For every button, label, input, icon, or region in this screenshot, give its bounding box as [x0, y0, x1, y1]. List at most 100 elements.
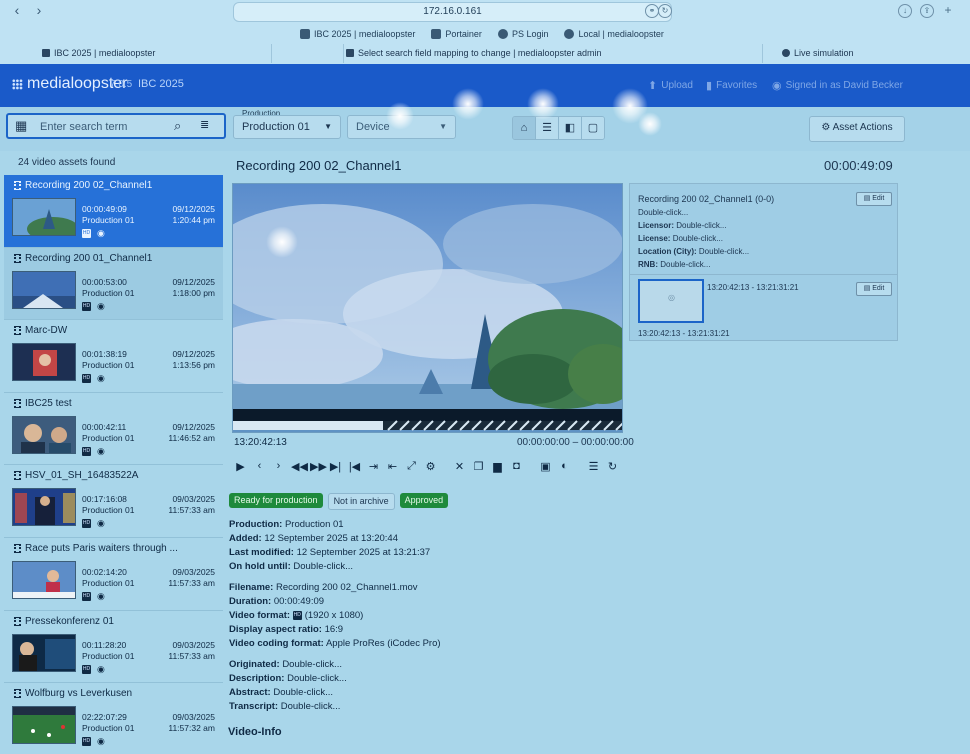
eye-icon[interactable]: ◉ — [97, 228, 105, 239]
metadata-value[interactable]: (1920 x 1080) — [305, 610, 364, 621]
user-menu[interactable]: ◉ Signed in as David Becker — [772, 79, 903, 92]
settings-gear-icon[interactable]: ⚙ — [424, 460, 437, 476]
metadata-value[interactable]: Double-click... — [281, 701, 341, 712]
camera-icon[interactable]: ◘ — [510, 460, 523, 476]
list-view-button[interactable]: ☰ — [536, 117, 559, 139]
status-badge-ready[interactable]: Ready for production — [229, 493, 323, 508]
asset-list-item[interactable]: HSV_01_SH_16483522A 00:17:16:08 Production… — [4, 465, 223, 538]
upload-link[interactable]: ⬆ Upload — [648, 79, 693, 92]
segment-field[interactable]: Double-click... — [638, 208, 688, 217]
play-icon[interactable]: ▶ — [234, 460, 247, 476]
previous-frame-icon[interactable]: ‹ — [253, 460, 266, 476]
segment-edit-button[interactable]: ▤ Edit — [856, 282, 892, 296]
fullscreen-icon[interactable]: ⤢ — [405, 460, 418, 476]
production-select[interactable]: Production 01 ▼ — [233, 115, 341, 139]
asset-thumbnail[interactable] — [12, 706, 76, 745]
asset-list-item[interactable]: Race puts Paris waiters through ... 00:02… — [4, 538, 223, 611]
eye-icon[interactable]: ◉ — [97, 664, 105, 675]
eye-icon[interactable]: ◉ — [97, 518, 105, 529]
segment-field-value[interactable]: Double-click... — [676, 221, 726, 230]
segment-field[interactable]: Location (City): Double-click... — [638, 247, 749, 256]
metadata-value[interactable]: Recording 200 02_Channel1.mov — [276, 582, 418, 593]
bookmark-item[interactable]: PS Login — [497, 27, 548, 41]
bookmark-item[interactable]: IBC 2025 | medialoopster — [300, 27, 415, 41]
asset-thumbnail[interactable] — [12, 560, 76, 599]
set-out-icon[interactable]: ⇤ — [386, 460, 399, 476]
asset-thumbnail[interactable] — [12, 633, 76, 672]
metadata-row[interactable]: Duration: 00:00:49:09 — [229, 595, 441, 609]
advanced-search-icon[interactable]: ≣ — [200, 118, 209, 131]
metadata-row[interactable]: Last modified: 12 September 2025 at 13:2… — [229, 546, 430, 560]
metadata-row[interactable]: Originated: Double-click... — [229, 658, 347, 672]
metadata-value[interactable]: Production 01 — [285, 519, 344, 530]
metadata-value[interactable]: 12 September 2025 at 13:20:44 — [264, 533, 398, 544]
asset-thumbnail[interactable] — [12, 343, 76, 382]
metadata-row[interactable]: Transcript: Double-click... — [229, 700, 347, 714]
segment-field-value[interactable]: Double-click... — [660, 260, 710, 269]
eye-icon[interactable]: ◉ — [97, 373, 105, 384]
segment-field-value[interactable]: Double-click... — [638, 208, 688, 217]
metadata-value[interactable]: Double-click... — [273, 687, 333, 698]
new-tab-icon[interactable]: + — [942, 4, 954, 16]
metadata-value[interactable]: 00:00:49:09 — [274, 596, 324, 607]
subtitles-icon[interactable]: ▣ — [539, 460, 552, 476]
asset-thumbnail[interactable] — [12, 488, 76, 527]
set-in-icon[interactable]: ⇥ — [367, 460, 380, 476]
bookmark-item[interactable]: Local | medialoopster — [564, 27, 664, 41]
metadata-row[interactable]: Filename: Recording 200 02_Channel1.mov — [229, 581, 441, 595]
browser-tab[interactable]: Select search field mapping to change | … — [343, 44, 763, 63]
metadata-row[interactable]: Production: Production 01 — [229, 518, 430, 532]
asset-list-item[interactable]: Recording 200 01_Channel1 00:00:53:00 Prod… — [4, 247, 223, 321]
favorites-link[interactable]: ▮ Favorites — [706, 79, 757, 92]
eye-icon[interactable]: ◉ — [97, 446, 105, 457]
url-bar[interactable]: 172.16.0.161 — [233, 2, 672, 22]
home-view-button[interactable]: ⌂ — [513, 117, 536, 139]
comment-icon[interactable]: ▆ — [491, 460, 504, 476]
status-badge-archive[interactable]: Not in archive — [327, 493, 395, 510]
search-input[interactable] — [38, 118, 172, 136]
app-grid-icon[interactable] — [12, 79, 23, 90]
asset-thumbnail[interactable] — [12, 198, 76, 236]
edit-button[interactable]: ▤ Edit — [856, 192, 892, 206]
browser-tab[interactable]: IBC 2025 | medialoopster — [40, 44, 272, 63]
metadata-value[interactable]: Double-click... — [287, 673, 347, 684]
playlist-icon[interactable]: ☰ — [587, 460, 600, 476]
reload-icon[interactable]: ↻ — [658, 4, 672, 18]
segment-field[interactable]: RNB: Double-click... — [638, 260, 710, 269]
metadata-value[interactable]: 16:9 — [325, 624, 344, 635]
eye-icon[interactable]: ◉ — [97, 591, 105, 602]
mute-icon[interactable]: ✕ — [453, 460, 466, 476]
asset-list-item[interactable]: Marc-DW 00:01:38:19 Production 01 09/12/202… — [4, 320, 223, 393]
metadata-value[interactable]: Double-click... — [282, 659, 342, 670]
share-icon[interactable]: ⇪ — [920, 4, 934, 18]
metadata-value[interactable]: Apple ProRes (iCodec Pro) — [326, 638, 441, 649]
metadata-value[interactable]: 12 September 2025 at 13:21:37 — [297, 547, 431, 558]
metadata-row[interactable]: Abstract: Double-click... — [229, 686, 347, 700]
segment-thumbnail[interactable]: ◎ — [638, 279, 704, 323]
forward-icon[interactable]: › — [30, 2, 48, 18]
download-icon[interactable]: ↓ — [898, 4, 912, 18]
status-badge-approved[interactable]: Approved — [399, 493, 449, 508]
asset-actions-button[interactable]: ⚙ Asset Actions — [809, 116, 905, 142]
asset-thumbnail[interactable] — [12, 270, 76, 309]
browser-tab[interactable]: Live simulation — [780, 44, 970, 63]
rewind-icon[interactable]: ◀◀ — [291, 460, 308, 476]
comments-view-button[interactable]: ▢ — [582, 117, 604, 139]
segment-field[interactable]: License: Double-click... — [638, 234, 723, 243]
asset-list-item[interactable]: Wolfburg vs Leverkusen 02:22:07:29 Product… — [4, 683, 223, 754]
device-select[interactable]: Device ▼ — [347, 115, 456, 139]
metadata-row[interactable]: Display aspect ratio: 16:9 — [229, 623, 441, 637]
metadata-row[interactable]: On hold until: Double-click... — [229, 560, 430, 574]
segment-field[interactable]: Licensor: Double-click... — [638, 221, 727, 230]
asset-list-item[interactable]: Pressekonferenz 01 00:11:28:20 Production … — [4, 611, 223, 684]
skip-start-icon[interactable]: |◀ — [348, 460, 361, 476]
segment-field-value[interactable]: Double-click... — [673, 234, 723, 243]
translate-icon[interactable]: ⚭ — [645, 4, 659, 18]
metadata-row[interactable]: Description: Double-click... — [229, 672, 347, 686]
split-view-button[interactable]: ◧ — [559, 117, 582, 139]
fast-forward-icon[interactable]: ▶▶ — [310, 460, 327, 476]
metadata-row[interactable]: Video format: HD (1920 x 1080) — [229, 609, 441, 623]
color-icon[interactable]: ◐ — [558, 460, 571, 476]
video-player[interactable] — [232, 183, 623, 433]
asset-list-item[interactable]: IBC25 test 00:00:42:11 Production 01 09/12/… — [4, 393, 223, 466]
